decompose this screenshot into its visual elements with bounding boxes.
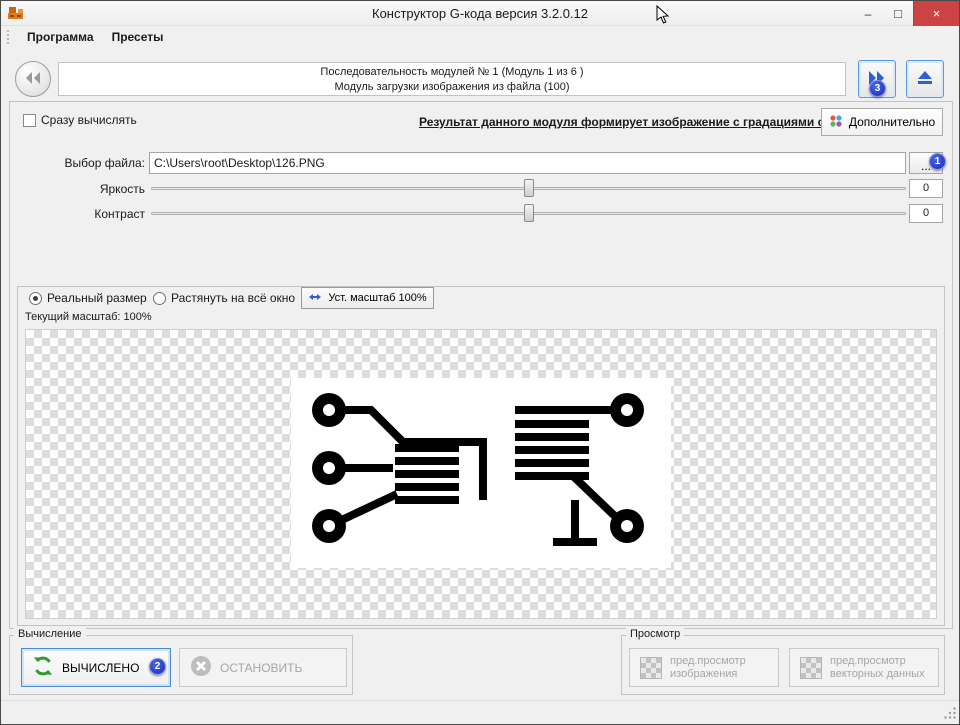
brightness-slider-thumb[interactable] xyxy=(523,179,534,197)
contrast-slider-thumb[interactable] xyxy=(523,204,534,222)
contrast-label: Контраст xyxy=(94,207,145,221)
real-size-option[interactable]: Реальный размер xyxy=(29,291,147,305)
auto-compute-option[interactable]: Сразу вычислять xyxy=(23,113,137,127)
status-bar xyxy=(1,700,959,724)
vector-preview-icon xyxy=(800,656,822,679)
prev-module-button[interactable] xyxy=(15,61,51,97)
minimize-button[interactable]: – xyxy=(853,1,883,26)
maximize-button[interactable]: □ xyxy=(883,1,913,26)
preview-image-button[interactable]: пред.просмотр изображения xyxy=(629,648,779,687)
scale-arrows-icon xyxy=(308,290,322,307)
close-button[interactable]: × xyxy=(913,1,959,26)
module-name-line: Модуль загрузки изображения из файла (10… xyxy=(334,81,570,93)
image-preview-icon xyxy=(640,656,662,679)
menu-item-presets[interactable]: Пресеты xyxy=(103,28,173,46)
stop-circle-x-icon xyxy=(190,655,212,680)
set-scale-label: Уст. масштаб 100% xyxy=(328,292,427,304)
recycle-arrows-icon xyxy=(32,655,54,680)
set-scale-button[interactable]: Уст. масштаб 100% xyxy=(301,287,434,309)
auto-compute-label: Сразу вычислять xyxy=(41,113,137,127)
advanced-button[interactable]: Дополнительно xyxy=(821,108,943,136)
preview-vector-label-2: векторных данных xyxy=(830,667,925,680)
app-window: Конструктор G-кода версия 3.2.0.12 – □ ×… xyxy=(0,0,960,725)
real-size-radio[interactable] xyxy=(29,291,42,305)
menu-item-program[interactable]: Программа xyxy=(18,28,103,46)
module-sequence-box: Последовательность модулей № 1 (Модуль 1… xyxy=(58,62,846,96)
compute-group-label: Вычисление xyxy=(14,628,86,640)
pcb-preview-image xyxy=(291,377,671,571)
stretch-label: Растянуть на всё окно xyxy=(171,291,296,305)
stop-button[interactable]: ОСТАНОВИТЬ xyxy=(179,648,347,687)
auto-compute-checkbox[interactable] xyxy=(23,113,36,127)
module-result-link[interactable]: Результат данного модуля формирует изобр… xyxy=(419,115,858,129)
file-select-label: Выбор файла: xyxy=(64,156,145,170)
colored-dots-icon xyxy=(829,114,843,131)
preview-image-label-1: пред.просмотр xyxy=(670,654,746,667)
resize-grip-icon[interactable] xyxy=(944,707,957,723)
annotation-badge-2: 2 xyxy=(149,658,166,675)
brightness-label: Яркость xyxy=(99,182,145,196)
preview-image-label-2: изображения xyxy=(670,667,738,680)
window-controls: – □ × xyxy=(853,1,959,26)
advanced-button-label: Дополнительно xyxy=(848,115,936,129)
stretch-option[interactable]: Растянуть на всё окно xyxy=(153,291,295,305)
window-title: Конструктор G-кода версия 3.2.0.12 xyxy=(372,6,588,21)
toolbar-grip-icon xyxy=(7,29,10,44)
real-size-label: Реальный размер xyxy=(47,291,147,305)
image-viewport[interactable] xyxy=(25,329,937,619)
contrast-slider[interactable] xyxy=(151,204,906,223)
mouse-cursor xyxy=(656,4,670,25)
double-left-arrows-icon xyxy=(24,71,42,88)
preview-vector-button[interactable]: пред.просмотр векторных данных xyxy=(789,648,939,687)
stretch-radio[interactable] xyxy=(153,291,166,305)
computed-button-label: ВЫЧИСЛЕНО xyxy=(62,660,140,675)
annotation-badge-1: 1 xyxy=(929,153,946,170)
title-bar: Конструктор G-кода версия 3.2.0.12 – □ × xyxy=(1,1,959,26)
preview-vector-label-1: пред.просмотр xyxy=(830,654,906,667)
brightness-slider[interactable] xyxy=(151,179,906,198)
eject-icon xyxy=(916,70,934,89)
module-sequence-line: Последовательность модулей № 1 (Модуль 1… xyxy=(320,66,584,78)
contrast-value[interactable]: 0 xyxy=(909,204,943,223)
view-group-label: Просмотр xyxy=(626,628,685,640)
file-path-input[interactable] xyxy=(149,152,906,174)
brightness-value[interactable]: 0 xyxy=(909,179,943,198)
run-all-modules-button[interactable] xyxy=(906,60,944,98)
current-scale-label: Текущий масштаб: 100% xyxy=(25,311,152,323)
stop-button-label: ОСТАНОВИТЬ xyxy=(220,660,303,675)
annotation-badge-3: 3 xyxy=(869,80,886,97)
menu-bar: Программа Пресеты xyxy=(1,26,959,47)
